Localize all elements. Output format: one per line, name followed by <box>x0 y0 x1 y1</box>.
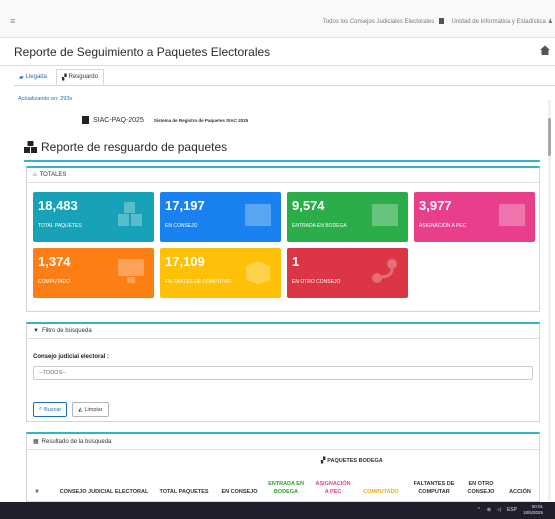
tile-value: 3,977 <box>419 198 452 213</box>
tabs-divider <box>14 85 555 86</box>
tile-value: 18,483 <box>38 198 78 213</box>
tile-en-consejo: 17,197 EN CONSEJO <box>160 192 281 242</box>
building-icon <box>438 18 444 24</box>
system-brand: SIAC-PAQ-2025 Sistema de Registro de Paq… <box>82 116 248 124</box>
tile-value: 17,109 <box>165 254 205 269</box>
home-icon[interactable] <box>539 44 551 56</box>
col-entrada[interactable]: ENTRADA EN BODEGA <box>267 480 305 496</box>
top-navbar: ≡ Todos los Consejos Judiciales Electora… <box>0 0 555 38</box>
consejo-label: Consejo judicial electoral : <box>33 354 110 360</box>
tab-llegada-label: Llegada <box>25 74 47 80</box>
boxes-icon: ▞ <box>321 458 326 464</box>
scrollbar-thumb[interactable] <box>548 118 551 156</box>
results-title: Resultado de la búsqueda <box>41 438 112 445</box>
system-code: SIAC-PAQ-2025 <box>93 116 144 124</box>
refresh-countdown: Actualizando en: 293s <box>18 96 73 102</box>
tile-otro-consejo: 1 EN OTRO CONSEJO <box>287 248 408 298</box>
filter-actions: ⌕ Buscar ◭ Limpiar <box>33 402 109 417</box>
filter-title: Filtro de búsqueda <box>41 328 92 334</box>
tile-value: 9,574 <box>292 198 325 213</box>
filter-header: ▼ Filtro de búsqueda <box>27 324 539 339</box>
tile-label: COMPUTADO <box>38 279 71 285</box>
tile-label: ASIGNACIÓN A PEC <box>419 223 467 229</box>
totales-title: TOTALES <box>39 172 67 178</box>
tile-label: TOTAL PAQUETES <box>38 223 82 229</box>
col-faltantes[interactable]: FALTANTES DE COMPUTAR <box>409 480 459 496</box>
filter-icon: ▼ <box>33 328 39 334</box>
group-header-bodega: ▞ PAQUETES BODEGA <box>321 458 383 464</box>
hamburger-icon[interactable]: ≡ <box>10 16 15 26</box>
bank-icon: ⌂ <box>33 172 37 178</box>
tab-bar: ▰ Llegada ▞ Resguardo <box>14 69 104 85</box>
report-title-text: Reporte de resguardo de paquetes <box>41 140 228 154</box>
chevron-up-icon[interactable]: ⌃ <box>477 507 481 513</box>
volume-icon[interactable]: ◁ <box>497 507 501 513</box>
tab-resguardo[interactable]: ▞ Resguardo <box>55 69 104 85</box>
bookmark-icon <box>82 116 89 124</box>
tile-label: EN OTRO CONSEJO <box>292 279 341 285</box>
tile-value: 1,374 <box>38 254 71 269</box>
building-icon <box>245 204 271 226</box>
tile-asignacion-pec: 3,977 ASIGNACIÓN A PEC <box>414 192 535 242</box>
warehouse-icon <box>372 204 398 226</box>
tile-label: EN CONSEJO <box>165 223 198 229</box>
col-num: # <box>35 489 39 495</box>
search-button[interactable]: ⌕ Buscar <box>33 402 68 417</box>
col-computado[interactable]: COMPUTADO <box>359 488 403 496</box>
page-header: Reporte de Seguimiento a Paquetes Electo… <box>0 38 555 66</box>
tab-llegada[interactable]: ▰ Llegada <box>14 69 52 85</box>
search-button-label: Buscar <box>44 406 62 413</box>
col-total[interactable]: TOTAL PAQUETES <box>155 488 213 496</box>
system-name: Sistema de Registro de Paquetes SIAC 202… <box>153 117 249 123</box>
clear-button-label: Limpiar <box>84 406 103 413</box>
truck-icon: ▰ <box>19 74 24 81</box>
report-title: Reporte de resguardo de paquetes <box>24 140 227 154</box>
tile-total-paquetes: 18,483 TOTAL PAQUETES <box>33 192 154 242</box>
totales-header: ⌂ TOTALES <box>27 168 539 183</box>
tab-resguardo-label: Resguardo <box>68 74 98 80</box>
box-open-icon <box>246 261 270 284</box>
clock-date: 18/5/2025 <box>522 510 543 515</box>
results-header: ▦ Resultado de la búsqueda <box>27 434 539 450</box>
tile-faltantes: 17,109 FALTANTES DE COMPUTAR <box>160 248 281 298</box>
table-icon: ▦ <box>33 439 39 445</box>
col-en-consejo[interactable]: EN CONSEJO <box>217 488 262 496</box>
tile-value: 1 <box>292 254 300 269</box>
network-icon[interactable]: ⊕ <box>487 507 491 513</box>
search-icon: ⌕ <box>39 406 43 412</box>
tile-value: 17,197 <box>165 198 205 213</box>
os-taskbar: ⌃ ⊕ ◁ ESP 00:01 18/5/2025 <box>0 502 555 519</box>
unidad-link[interactable]: Unidad de Informática y Estadística <box>452 19 546 25</box>
boxes-icon <box>118 202 142 226</box>
col-asignacion[interactable]: ASIGNACIÓN A PEC <box>313 480 353 496</box>
scrollbar-track[interactable] <box>548 100 551 500</box>
route-icon <box>372 259 397 283</box>
col-otro[interactable]: EN OTRO CONSEJO <box>463 480 499 496</box>
title-divider <box>24 160 540 162</box>
consejos-link[interactable]: Todos los Consejos Judiciales Electorale… <box>323 19 434 25</box>
topbar-links: Todos los Consejos Judiciales Electorale… <box>323 18 553 25</box>
tile-entrada-bodega: 9,574 ENTRADA EN BODEGA <box>287 192 408 242</box>
col-consejo: CONSEJO JUDICIAL ELECTORAL <box>59 489 149 495</box>
store-icon <box>499 204 525 226</box>
boxes-icon: ▞ <box>61 74 67 81</box>
tile-computado: 1,374 COMPUTADO <box>33 248 154 298</box>
language-indicator[interactable]: ESP <box>507 507 517 513</box>
system-tray: ⌃ ⊕ ◁ ESP 00:01 18/5/2025 <box>477 504 543 516</box>
boxes-icon <box>24 141 37 153</box>
col-accion: ACCIÓN <box>509 489 531 495</box>
consejo-select[interactable]: --TODOS-- <box>33 366 533 380</box>
tile-label: ENTRADA EN BODEGA <box>292 223 347 229</box>
group-header-text: PAQUETES BODEGA <box>327 458 383 464</box>
eraser-icon: ◭ <box>78 406 83 413</box>
tile-label: FALTANTES DE COMPUTAR <box>165 279 231 285</box>
user-icon[interactable]: ♟ <box>548 19 553 25</box>
totales-panel: ⌂ TOTALES 18,483 TOTAL PAQUETES 17,197 EN C… <box>26 166 540 312</box>
page-title: Reporte de Seguimiento a Paquetes Electo… <box>14 45 271 59</box>
clear-button[interactable]: ◭ Limpiar <box>72 402 109 417</box>
filter-panel: ▼ Filtro de búsqueda Consejo judicial el… <box>26 322 540 422</box>
results-panel: ▦ Resultado de la búsqueda ▞ PAQUETES BO… <box>26 432 540 502</box>
monitor-icon <box>118 259 144 283</box>
clock[interactable]: 00:01 18/5/2025 <box>523 504 543 516</box>
